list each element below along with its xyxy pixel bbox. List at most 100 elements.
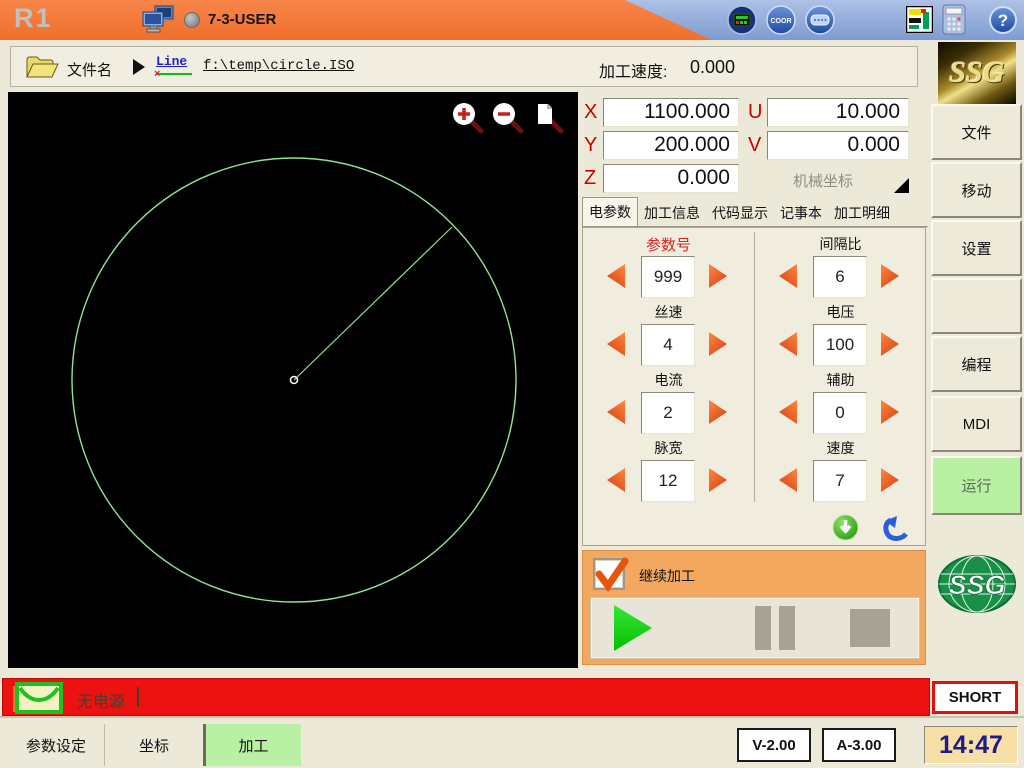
- alarm-message: 无电源: [77, 688, 125, 712]
- apply-download-icon[interactable]: [832, 514, 859, 541]
- axis-label-z: Z: [584, 167, 596, 190]
- param-group-speed: 速度 7: [755, 438, 926, 456]
- param-number-increase-button[interactable]: [709, 264, 727, 288]
- axis-label-y: Y: [584, 134, 597, 157]
- gap-ratio-value[interactable]: 6: [813, 256, 867, 298]
- zoom-out-icon[interactable]: [490, 100, 526, 136]
- sidebar-item-run[interactable]: 运行: [931, 456, 1022, 515]
- param-group-gap-ratio: 间隔比 6: [755, 234, 926, 252]
- bottom-tab-parameter-setting[interactable]: 参数设定: [8, 724, 104, 766]
- continue-machining-panel: 继续加工: [582, 550, 926, 665]
- param-number-decrease-button[interactable]: [607, 264, 625, 288]
- auxiliary-increase-button[interactable]: [881, 400, 899, 424]
- svg-text:SSG: SSG: [948, 570, 1005, 600]
- tab-code-display[interactable]: 代码显示: [706, 199, 774, 226]
- undo-icon[interactable]: [881, 514, 911, 541]
- message-envelope-icon[interactable]: [11, 682, 63, 714]
- stop-button[interactable]: [850, 609, 890, 647]
- coord-v-value: 0.000: [767, 131, 909, 160]
- machining-speed-value: 0.000: [690, 57, 735, 78]
- tab-notepad[interactable]: 记事本: [774, 199, 828, 226]
- auxiliary-decrease-button[interactable]: [779, 400, 797, 424]
- sidebar-item-programming[interactable]: 编程: [931, 336, 1022, 392]
- current-offset-readout: A-3.00: [822, 728, 896, 762]
- ssg-globe-logo: SSG: [936, 552, 1018, 616]
- pause-button-bar2[interactable]: [779, 606, 795, 650]
- brand-logo: SSG: [938, 42, 1016, 104]
- ime-language-icon[interactable]: [906, 6, 933, 33]
- start-button[interactable]: [614, 605, 652, 651]
- wire-speed-increase-button[interactable]: [709, 332, 727, 356]
- zoom-in-icon[interactable]: [450, 100, 486, 136]
- voltage-decrease-button[interactable]: [779, 332, 797, 356]
- speed-value[interactable]: 7: [813, 460, 867, 502]
- keypad-icon[interactable]: [727, 5, 757, 35]
- param-group-current: 电流 2: [583, 370, 754, 388]
- open-folder-icon[interactable]: [25, 55, 59, 80]
- short-alarm-button[interactable]: SHORT: [932, 681, 1018, 714]
- zoom-fit-icon[interactable]: [530, 100, 566, 136]
- file-name-label: 文件名: [67, 59, 112, 80]
- help-icon[interactable]: ?: [988, 5, 1018, 35]
- bottom-tab-coordinates[interactable]: 坐标: [105, 724, 203, 766]
- pulse-width-increase-button[interactable]: [709, 468, 727, 492]
- pulse-width-value[interactable]: 12: [641, 460, 695, 502]
- wire-speed-decrease-button[interactable]: [607, 332, 625, 356]
- gap-ratio-decrease-button[interactable]: [779, 264, 797, 288]
- title-bar-accent: [0, 0, 712, 40]
- coordinates-icon[interactable]: COOR: [766, 5, 796, 35]
- tab-machining-info[interactable]: 加工信息: [638, 199, 706, 226]
- tab-machining-detail[interactable]: 加工明细: [828, 199, 896, 226]
- current-file-link[interactable]: f:\temp\circle.ISO: [203, 58, 354, 74]
- voltage-value[interactable]: 100: [813, 324, 867, 366]
- coordinate-mode-dropdown-icon[interactable]: [894, 178, 909, 193]
- tab-electrical-params[interactable]: 电参数: [582, 197, 638, 226]
- current-value[interactable]: 2: [641, 392, 695, 434]
- line-mode-icon[interactable]: Line ×: [156, 52, 196, 75]
- keyboard-icon[interactable]: [805, 5, 835, 35]
- coord-u-value: 10.000: [767, 98, 909, 127]
- text-caret: [137, 687, 139, 707]
- app-logo: R1: [14, 3, 53, 34]
- coordinate-mode-label[interactable]: 机械坐标: [793, 170, 853, 191]
- svg-text:COOR: COOR: [771, 18, 792, 25]
- speed-decrease-button[interactable]: [779, 468, 797, 492]
- param-group-wire-speed: 丝速 4: [583, 302, 754, 320]
- coord-x-value: 1100.000: [603, 98, 739, 127]
- sidebar-item-move[interactable]: 移动: [931, 162, 1022, 218]
- coord-y-value: 200.000: [603, 131, 739, 160]
- continue-machining-checkbox[interactable]: [593, 558, 625, 590]
- bottom-bar: 参数设定 坐标 加工 V-2.00 A-3.00 14:47: [0, 716, 1024, 768]
- network-computer-icon: [142, 5, 178, 35]
- status-led: [184, 12, 200, 28]
- wire-speed-value[interactable]: 4: [641, 324, 695, 366]
- param-group-number: 参数号 999: [583, 234, 754, 252]
- speed-increase-button[interactable]: [881, 468, 899, 492]
- parameter-tabs: 电参数 加工信息 代码显示 记事本 加工明细: [582, 201, 928, 227]
- current-increase-button[interactable]: [709, 400, 727, 424]
- machining-speed-label: 加工速度:: [599, 58, 667, 82]
- title-bar: R1 7-3-USER COOR: [0, 0, 1024, 40]
- gap-ratio-increase-button[interactable]: [881, 264, 899, 288]
- axis-label-u: U: [748, 101, 762, 124]
- param-number-value[interactable]: 999: [641, 256, 695, 298]
- bottom-tab-machining[interactable]: 加工: [206, 724, 301, 766]
- pointer-triangle-icon: [133, 59, 145, 75]
- toolpath-canvas[interactable]: [8, 92, 578, 668]
- auxiliary-value[interactable]: 0: [813, 392, 867, 434]
- pause-button[interactable]: [755, 606, 771, 650]
- run-controls: [591, 598, 919, 658]
- voltage-increase-button[interactable]: [881, 332, 899, 356]
- app-window: R1 7-3-USER COOR: [0, 0, 1024, 768]
- axis-label-x: X: [584, 101, 597, 124]
- checkmark-icon: [593, 556, 633, 592]
- electrical-parameters-panel: 参数号 999 丝速 4 电流 2 脉宽 12 间隔比 6: [582, 227, 926, 546]
- calculator-icon[interactable]: [941, 4, 967, 36]
- file-bar: 文件名 Line × f:\temp\circle.ISO 加工速度: 0.00…: [10, 46, 918, 87]
- sidebar-item-blank[interactable]: [931, 278, 1022, 334]
- sidebar-item-mdi[interactable]: MDI: [931, 396, 1022, 452]
- sidebar-item-settings[interactable]: 设置: [931, 220, 1022, 276]
- current-decrease-button[interactable]: [607, 400, 625, 424]
- pulse-width-decrease-button[interactable]: [607, 468, 625, 492]
- sidebar-item-file[interactable]: 文件: [931, 104, 1022, 160]
